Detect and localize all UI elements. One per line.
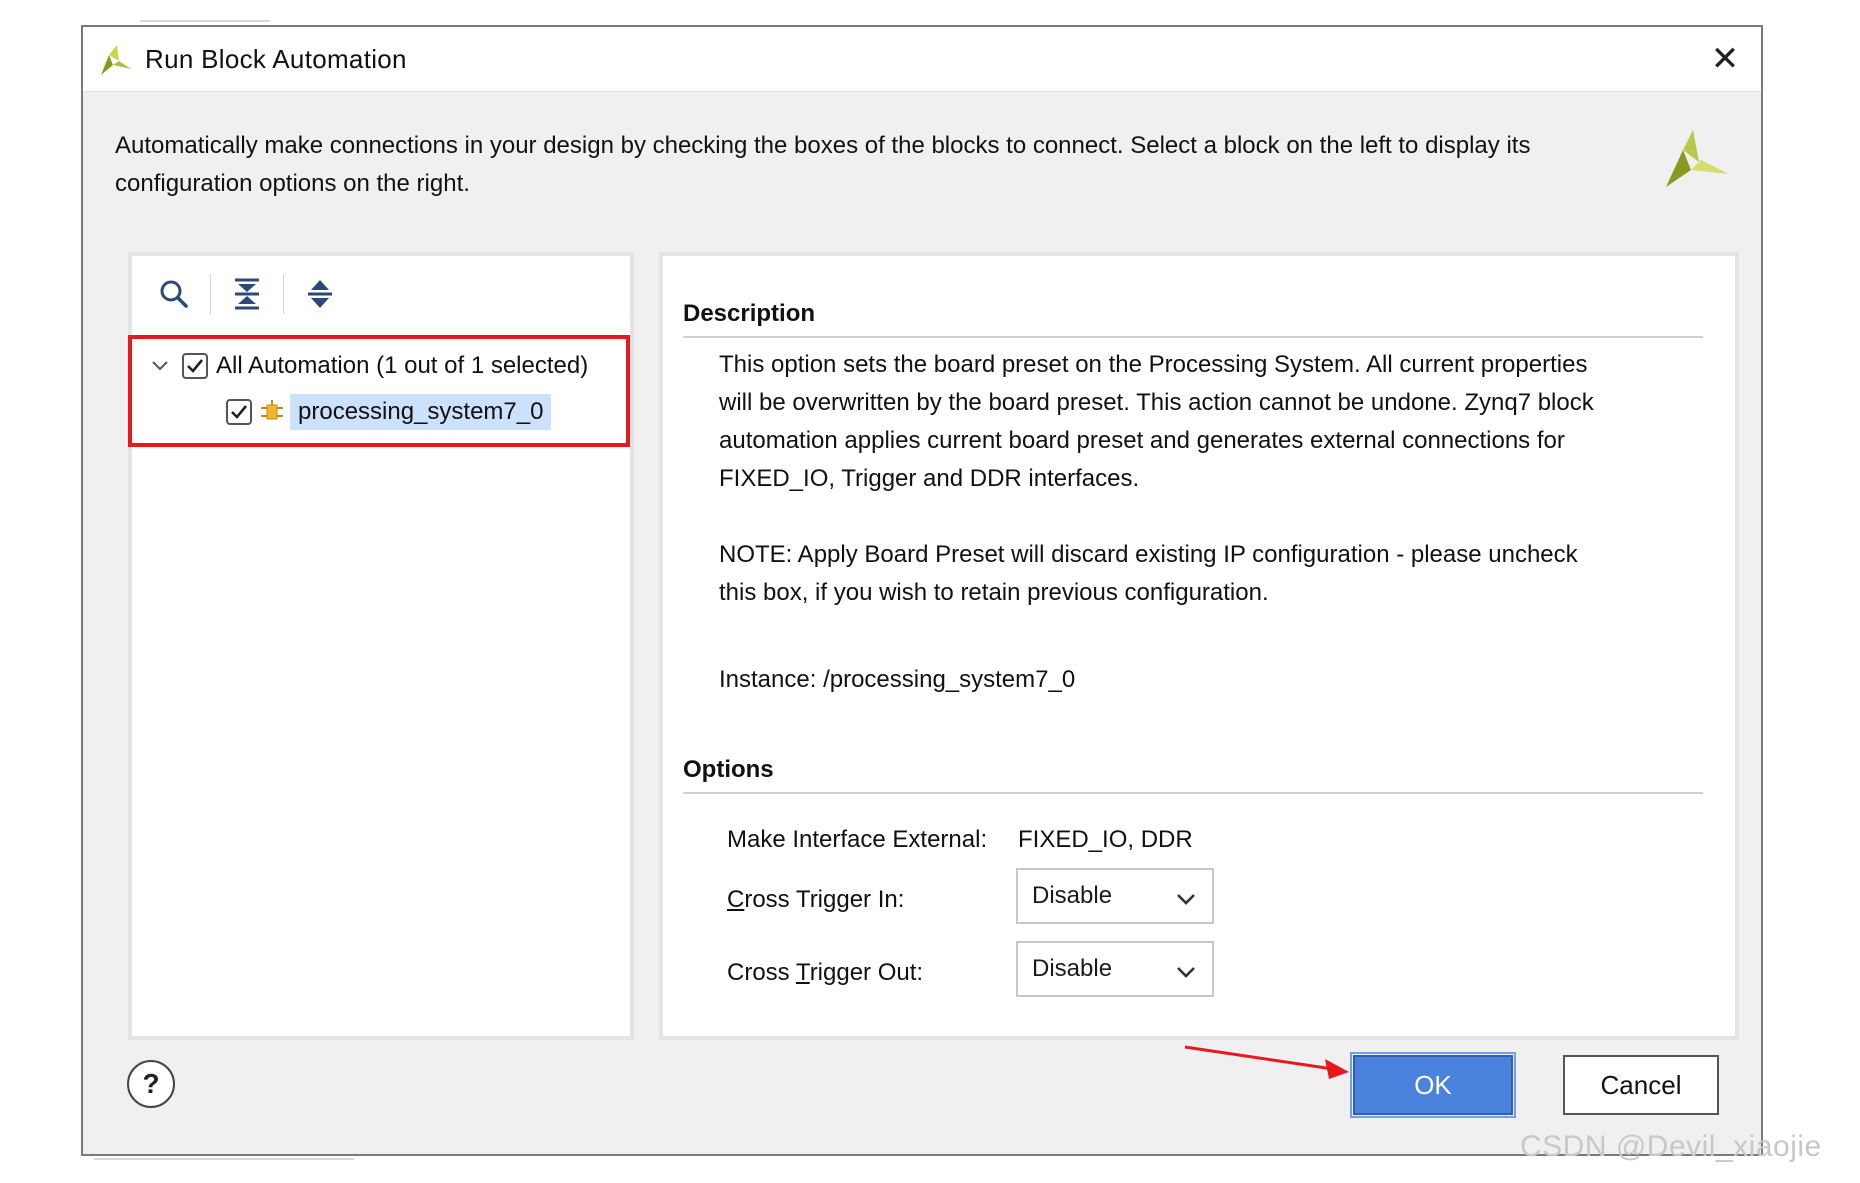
title-bar: Run Block Automation ✕: [83, 27, 1761, 92]
description-line: will be overwritten by the board preset.…: [719, 389, 1594, 416]
expand-all-button[interactable]: [296, 270, 344, 318]
intro-text: Automatically make connections in your d…: [115, 127, 1675, 203]
note-line: NOTE: Apply Board Preset will discard ex…: [719, 541, 1578, 568]
collapse-all-button[interactable]: [223, 270, 271, 318]
intro-line: configuration options on the right.: [115, 170, 470, 197]
dialog-title: Run Block Automation: [145, 44, 407, 74]
chevron-down-icon: [1177, 894, 1195, 905]
xilinx-logo-icon: [1666, 130, 1729, 187]
make-interface-external-value: FIXED_IO, DDR: [1018, 826, 1193, 853]
ok-button[interactable]: OK: [1350, 1052, 1516, 1118]
instance-text: Instance: /processing_system7_0: [719, 666, 1076, 693]
background-edge: [140, 20, 270, 22]
options-heading: Options: [683, 756, 1703, 794]
cross-trigger-out-value: Disable: [1032, 955, 1113, 982]
annotation-red-arrow: [1184, 1045, 1349, 1079]
intro-line: Automatically make connections in your d…: [115, 132, 1531, 159]
cross-trigger-out-select[interactable]: Disable: [1016, 941, 1214, 997]
description-text: This option sets the board preset on the…: [719, 346, 1709, 498]
cancel-button[interactable]: Cancel: [1563, 1055, 1719, 1115]
tree-toolbar: [150, 270, 344, 318]
cross-trigger-in-label: Cross Trigger In:: [727, 886, 904, 914]
description-line: This option sets the board preset on the…: [719, 351, 1588, 378]
vivado-logo-icon: [101, 45, 131, 75]
cross-trigger-in-value: Disable: [1032, 882, 1113, 909]
watermark-text: CSDN @Devil_xiaojie: [1520, 1130, 1822, 1163]
expand-all-icon: [308, 280, 332, 308]
mnemonic-letter: C: [727, 886, 745, 913]
toolbar-divider: [210, 274, 211, 314]
description-heading: Description: [683, 300, 1703, 338]
configuration-panel: Description This option sets the board p…: [659, 252, 1739, 1040]
chevron-down-icon: [1177, 967, 1195, 978]
annotation-red-box: [128, 335, 630, 447]
description-line: automation applies current board preset …: [719, 427, 1565, 454]
mnemonic-letter: T: [795, 959, 810, 986]
label-part: rigger Out:: [809, 959, 924, 986]
run-block-automation-dialog: Run Block Automation ✕ Automatically mak…: [81, 25, 1763, 1156]
label-part: ross Trigger In:: [744, 886, 905, 913]
close-button[interactable]: ✕: [1703, 37, 1747, 81]
note-line: this box, if you wish to retain previous…: [719, 579, 1269, 606]
background-edge: [94, 1158, 354, 1160]
search-button[interactable]: [150, 270, 198, 318]
cross-trigger-in-select[interactable]: Disable: [1016, 868, 1214, 924]
make-interface-external-label: Make Interface External:: [727, 826, 988, 853]
help-button[interactable]: ?: [127, 1060, 175, 1108]
description-line: FIXED_IO, Trigger and DDR interfaces.: [719, 465, 1140, 492]
label-part: Cross: [727, 959, 796, 986]
toolbar-divider: [283, 274, 284, 314]
automation-tree-panel: All Automation (1 out of 1 selected) pro…: [128, 252, 634, 1040]
collapse-all-icon: [235, 278, 259, 310]
note-text: NOTE: Apply Board Preset will discard ex…: [719, 536, 1709, 612]
search-icon: [160, 280, 188, 308]
cross-trigger-out-label: Cross Trigger Out:: [727, 959, 923, 987]
